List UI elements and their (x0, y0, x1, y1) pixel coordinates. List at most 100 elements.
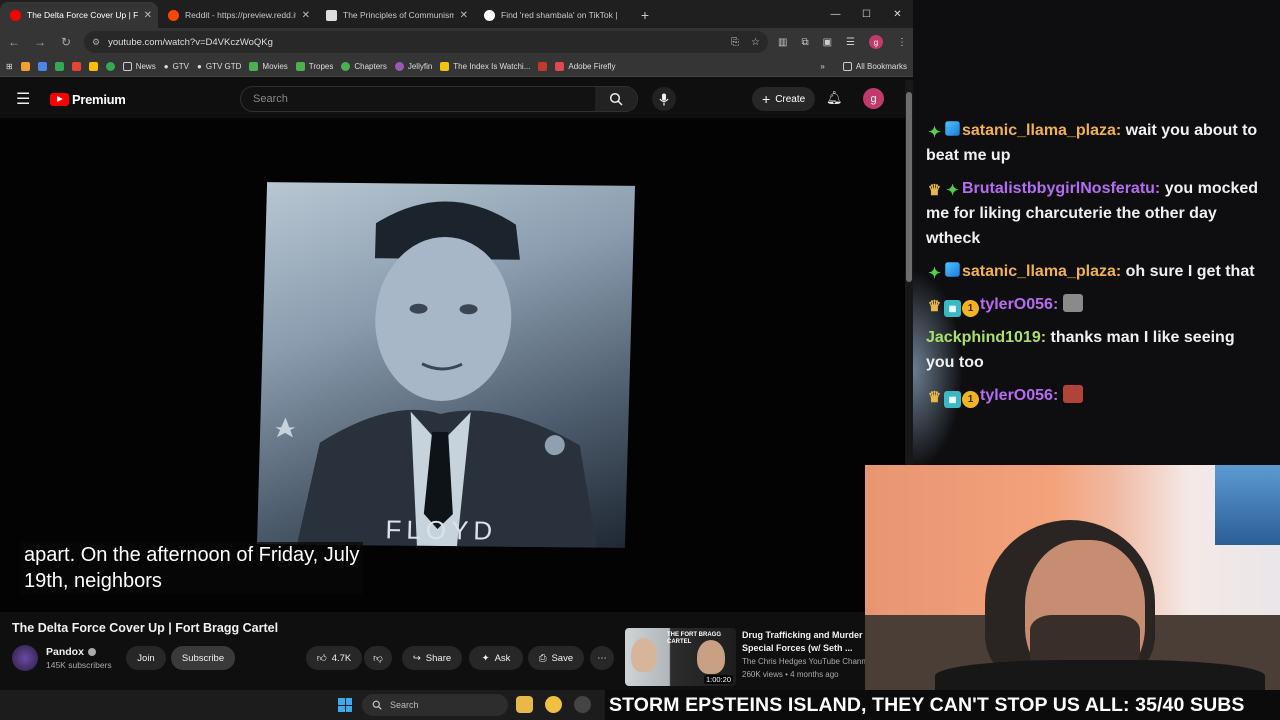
photo-nameplate: FLOYD (385, 514, 497, 545)
more-bookmarks-icon[interactable]: » (820, 62, 824, 71)
window-controls: — ☐ ✕ (820, 0, 913, 28)
bookmark-icon-1[interactable] (20, 61, 30, 71)
maximize-button[interactable]: ☐ (851, 0, 882, 28)
close-icon[interactable]: ✕ (302, 10, 310, 21)
profile-avatar[interactable]: g (869, 35, 883, 49)
more-icon: ⋯ (597, 652, 607, 664)
tab-tiktok[interactable]: Find 'red shambala' on TikTok | (474, 2, 632, 28)
search-icon (372, 700, 382, 710)
tab-reddit[interactable]: Reddit - https://preview.redd.it/ ✕ (158, 2, 316, 28)
like-button[interactable]: 👍︎ 4.7K (306, 646, 362, 670)
plus-green-icon (295, 61, 305, 71)
account-avatar[interactable]: g (863, 88, 884, 109)
app-icon[interactable] (545, 696, 562, 713)
subscribe-button[interactable]: Subscribe (171, 646, 235, 670)
start-button[interactable] (338, 698, 352, 712)
cube-badge-icon (945, 262, 960, 277)
save-button[interactable]: ⎙ Save (528, 646, 584, 670)
search-input[interactable] (241, 87, 595, 111)
all-bookmarks[interactable]: All Bookmarks (842, 61, 907, 71)
bookmark-star-icon[interactable]: ☆ (751, 37, 760, 48)
channel-name[interactable]: Pandox (46, 646, 96, 658)
new-tab-button[interactable]: + (632, 2, 658, 28)
bookmark-icon-3[interactable] (54, 61, 64, 71)
thumbs-down-icon: 👎︎ (373, 653, 383, 664)
bookmark-index[interactable]: The Index Is Watchi... (440, 61, 530, 71)
bookmark-news[interactable]: News (122, 61, 156, 71)
cloud-icon (20, 61, 30, 71)
bookmark-label: Movies (262, 61, 288, 71)
bookmark-tropes[interactable]: Tropes (295, 61, 334, 71)
youtube-logo[interactable]: Premium (50, 92, 126, 107)
menu-icon[interactable]: ⋮ (897, 37, 907, 48)
bookmark-icon-4[interactable] (71, 61, 81, 71)
close-window-button[interactable]: ✕ (882, 0, 913, 28)
chat-text: oh sure I get that (1125, 263, 1255, 280)
file-explorer-icon[interactable] (516, 696, 533, 713)
chat-message: Jackphind1019: thanks man I like seeing … (926, 329, 1235, 371)
microphone-button[interactable] (652, 87, 676, 111)
bookmark-icon-5[interactable] (88, 61, 98, 71)
share-button[interactable]: ↪ Share (402, 646, 462, 670)
page-favicon-icon (326, 9, 337, 21)
bookmark-label: Tropes (308, 61, 334, 71)
tab-youtube[interactable]: The Delta Force Cover Up | Fort ✕ (0, 2, 158, 28)
extensions-icon[interactable]: ⧉ (801, 37, 808, 48)
rank-one-badge-icon: 1 (962, 300, 979, 317)
recommended-video[interactable]: THE FORT BRAGG CARTEL 1:00:20 Drug Traff… (625, 628, 905, 686)
apps-icon[interactable]: ⊞ (6, 62, 13, 71)
reload-button[interactable]: ↻ (58, 35, 74, 49)
subscriber-badge-icon: ▦ (944, 300, 961, 317)
forward-button[interactable]: → (32, 35, 48, 49)
bookmark-jellyfin[interactable]: Jellyfin (394, 61, 432, 71)
verified-check-icon (87, 648, 96, 656)
address-bar[interactable]: ⚙ youtube.com/watch?v=D4VKczWoQKg ⎘ ☆ (84, 31, 768, 53)
dislike-button[interactable]: 👎︎ (364, 646, 392, 670)
join-button[interactable]: Join (126, 646, 166, 670)
notifications-bell-icon[interactable]: 🔔︎ (826, 90, 843, 106)
adobe-icon (555, 61, 565, 71)
ask-label: Ask (494, 652, 511, 664)
bookmark-adobe-firefly[interactable]: Adobe Firefly (555, 61, 616, 71)
tab-communism[interactable]: The Principles of Communism ✕ (316, 2, 474, 28)
create-button[interactable]: + Create (752, 87, 816, 111)
save-label: Save (551, 652, 574, 664)
back-button[interactable]: ← (6, 35, 22, 49)
taskbar-search-label: Search (390, 700, 419, 710)
bookmark-gtv-gtd[interactable]: ● GTV GTD (197, 62, 241, 71)
screenshot-icon[interactable]: ▣ (823, 37, 832, 48)
bookmark-icon: ⎙ (538, 652, 547, 664)
browser-window: The Delta Force Cover Up | Fort ✕ Reddit… (0, 0, 913, 690)
thumbnail-face (697, 640, 725, 674)
channel-avatar[interactable] (12, 645, 38, 671)
recommended-meta: 260K views • 4 months ago (742, 670, 839, 679)
bookmark-movies[interactable]: Movies (249, 61, 288, 71)
video-caption: apart. On the afternoon of Friday, July … (20, 542, 364, 594)
close-icon[interactable]: ✕ (144, 10, 152, 21)
ask-button[interactable]: ✦ Ask (469, 646, 523, 670)
taskbar-search[interactable]: Search (362, 694, 508, 716)
close-icon[interactable]: ✕ (460, 10, 468, 21)
scrollbar-thumb[interactable] (906, 92, 912, 282)
search-button[interactable] (595, 87, 637, 111)
bookmark-icon-6[interactable] (105, 61, 115, 71)
bookmark-icon-2[interactable] (37, 61, 47, 71)
subscriber-badge-icon: ▦ (944, 391, 961, 408)
bookmark-red[interactable] (538, 61, 548, 71)
minimize-button[interactable]: — (820, 0, 851, 28)
pin-icon (440, 61, 450, 71)
chat-username: tylerO056 (980, 387, 1053, 404)
site-info-icon[interactable]: ⚙ (92, 37, 100, 48)
bookmark-gtv[interactable]: ● GTV (164, 62, 189, 71)
reading-list-icon[interactable]: ▥ (778, 37, 787, 48)
app-icon[interactable] (574, 696, 591, 713)
tab-title: The Principles of Communism (343, 10, 454, 20)
bookmark-chapters[interactable]: Chapters (341, 61, 387, 71)
video-title: The Delta Force Cover Up | Fort Bragg Ca… (12, 621, 279, 635)
install-icon[interactable]: ⎘ (731, 37, 739, 48)
stream-ticker: STORM EPSTEINS ISLAND, THEY CAN'T STOP U… (605, 690, 1280, 720)
video-player[interactable]: FLOYD apart. On the afternoon of Friday,… (0, 118, 905, 612)
tab-search-icon[interactable]: ☰ (846, 37, 855, 48)
hamburger-menu-icon[interactable]: ☰ (16, 89, 36, 109)
more-actions-button[interactable]: ⋯ (590, 646, 614, 670)
